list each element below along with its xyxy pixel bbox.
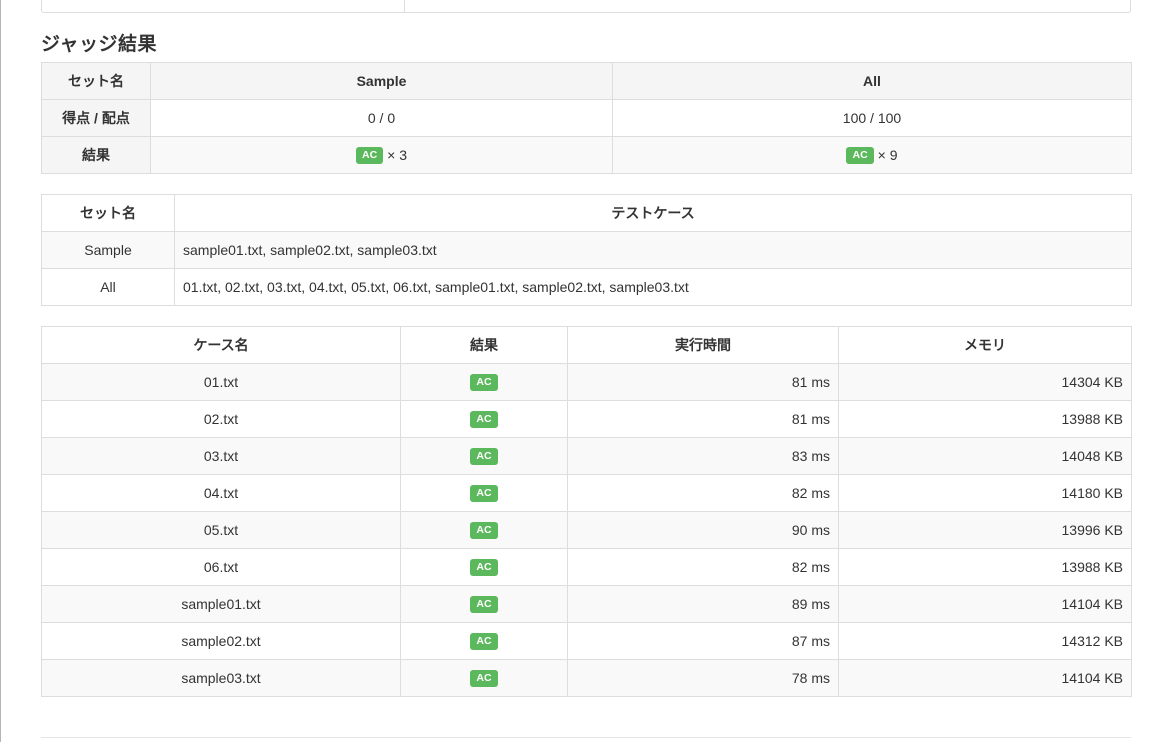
set-header-all: All: [612, 62, 1132, 100]
status-badge: AC: [470, 632, 498, 650]
judge-summary-table: セット名 Sample All 得点 / 配点 0 / 0 100 / 100 …: [41, 62, 1132, 174]
summary-result-row: 結果 AC × 3 AC × 9: [41, 136, 1132, 174]
table-row: 04.txt AC 82 ms 14180 KB: [41, 474, 1132, 512]
sets-row: All 01.txt, 02.txt, 03.txt, 04.txt, 05.t…: [41, 268, 1132, 306]
case-time: 81 ms: [567, 363, 839, 401]
table-row: sample02.txt AC 87 ms 14312 KB: [41, 622, 1132, 660]
result-count: × 3: [387, 147, 408, 164]
status-badge: AC: [846, 146, 874, 164]
result-all: AC × 9: [612, 136, 1132, 174]
table-row: 02.txt AC 81 ms 13988 KB: [41, 400, 1132, 438]
case-name-header: ケース名: [41, 326, 401, 364]
table-row: 05.txt AC 90 ms 13996 KB: [41, 511, 1132, 549]
case-result: AC: [400, 511, 568, 549]
table-row: 06.txt AC 82 ms 13988 KB: [41, 548, 1132, 586]
summary-header-row: セット名 Sample All: [41, 62, 1132, 100]
case-time: 87 ms: [567, 622, 839, 660]
set-header-sample: Sample: [150, 62, 613, 100]
result-header: 結果: [400, 326, 568, 364]
case-result: AC: [400, 548, 568, 586]
status-badge: AC: [470, 447, 498, 465]
summary-score-row: 得点 / 配点 0 / 0 100 / 100: [41, 99, 1132, 137]
case-result: AC: [400, 400, 568, 438]
case-memory: 13996 KB: [838, 511, 1132, 549]
result-header: 結果: [41, 136, 151, 174]
case-name: 06.txt: [41, 548, 401, 586]
sets-header-row: セット名 テストケース: [41, 194, 1132, 232]
set-name: All: [41, 268, 175, 306]
left-border-line: [0, 0, 1, 742]
case-name: sample01.txt: [41, 585, 401, 623]
status-badge: AC: [470, 595, 498, 613]
case-time: 81 ms: [567, 400, 839, 438]
case-memory: 13988 KB: [838, 400, 1132, 438]
case-result: AC: [400, 474, 568, 512]
case-time: 82 ms: [567, 474, 839, 512]
case-result: AC: [400, 585, 568, 623]
case-time: 83 ms: [567, 437, 839, 475]
case-name: sample03.txt: [41, 659, 401, 697]
case-time: 90 ms: [567, 511, 839, 549]
status-badge: AC: [470, 410, 498, 428]
set-name: Sample: [41, 231, 175, 269]
table-row: 03.txt AC 83 ms 14048 KB: [41, 437, 1132, 475]
case-result: AC: [400, 622, 568, 660]
judge-result-title: ジャッジ結果: [41, 34, 158, 55]
previous-table-divider: [404, 0, 405, 12]
case-time: 89 ms: [567, 585, 839, 623]
case-result: AC: [400, 659, 568, 697]
case-memory: 14312 KB: [838, 622, 1132, 660]
status-badge: AC: [470, 669, 498, 687]
status-badge: AC: [470, 484, 498, 502]
status-badge: AC: [470, 558, 498, 576]
previous-table-bottom: [41, 0, 1131, 13]
case-memory: 14048 KB: [838, 437, 1132, 475]
case-memory: 14104 KB: [838, 659, 1132, 697]
case-memory: 14304 KB: [838, 363, 1132, 401]
set-testcases: 01.txt, 02.txt, 03.txt, 04.txt, 05.txt, …: [174, 268, 1132, 306]
table-row: 01.txt AC 81 ms 14304 KB: [41, 363, 1132, 401]
set-name-header: セット名: [41, 62, 151, 100]
case-result: AC: [400, 437, 568, 475]
cases-header-row: ケース名 結果 実行時間 メモリ: [41, 326, 1132, 364]
case-name: 04.txt: [41, 474, 401, 512]
case-time: 78 ms: [567, 659, 839, 697]
memory-header: メモリ: [838, 326, 1132, 364]
testcase-results-table: ケース名 結果 実行時間 メモリ 01.txt AC 81 ms 14304 K…: [41, 326, 1132, 697]
case-name: 01.txt: [41, 363, 401, 401]
status-badge: AC: [470, 521, 498, 539]
status-badge: AC: [470, 373, 498, 391]
set-testcases: sample01.txt, sample02.txt, sample03.txt: [174, 231, 1132, 269]
case-name: 02.txt: [41, 400, 401, 438]
table-row: sample01.txt AC 89 ms 14104 KB: [41, 585, 1132, 623]
footer-divider: [41, 737, 1131, 738]
table-row: sample03.txt AC 78 ms 14104 KB: [41, 659, 1132, 697]
score-sample: 0 / 0: [150, 99, 613, 137]
case-memory: 13988 KB: [838, 548, 1132, 586]
exec-time-header: 実行時間: [567, 326, 839, 364]
testcase-sets-table: セット名 テストケース Sample sample01.txt, sample0…: [41, 194, 1132, 306]
case-memory: 14104 KB: [838, 585, 1132, 623]
result-count: × 9: [877, 147, 898, 164]
case-memory: 14180 KB: [838, 474, 1132, 512]
case-name: 05.txt: [41, 511, 401, 549]
score-header: 得点 / 配点: [41, 99, 151, 137]
set-name-header: セット名: [41, 194, 175, 232]
result-sample: AC × 3: [150, 136, 613, 174]
case-name: 03.txt: [41, 437, 401, 475]
status-badge: AC: [355, 146, 384, 164]
score-all: 100 / 100: [612, 99, 1132, 137]
case-time: 82 ms: [567, 548, 839, 586]
sets-row: Sample sample01.txt, sample02.txt, sampl…: [41, 231, 1132, 269]
case-name: sample02.txt: [41, 622, 401, 660]
testcases-header: テストケース: [174, 194, 1132, 232]
case-result: AC: [400, 363, 568, 401]
